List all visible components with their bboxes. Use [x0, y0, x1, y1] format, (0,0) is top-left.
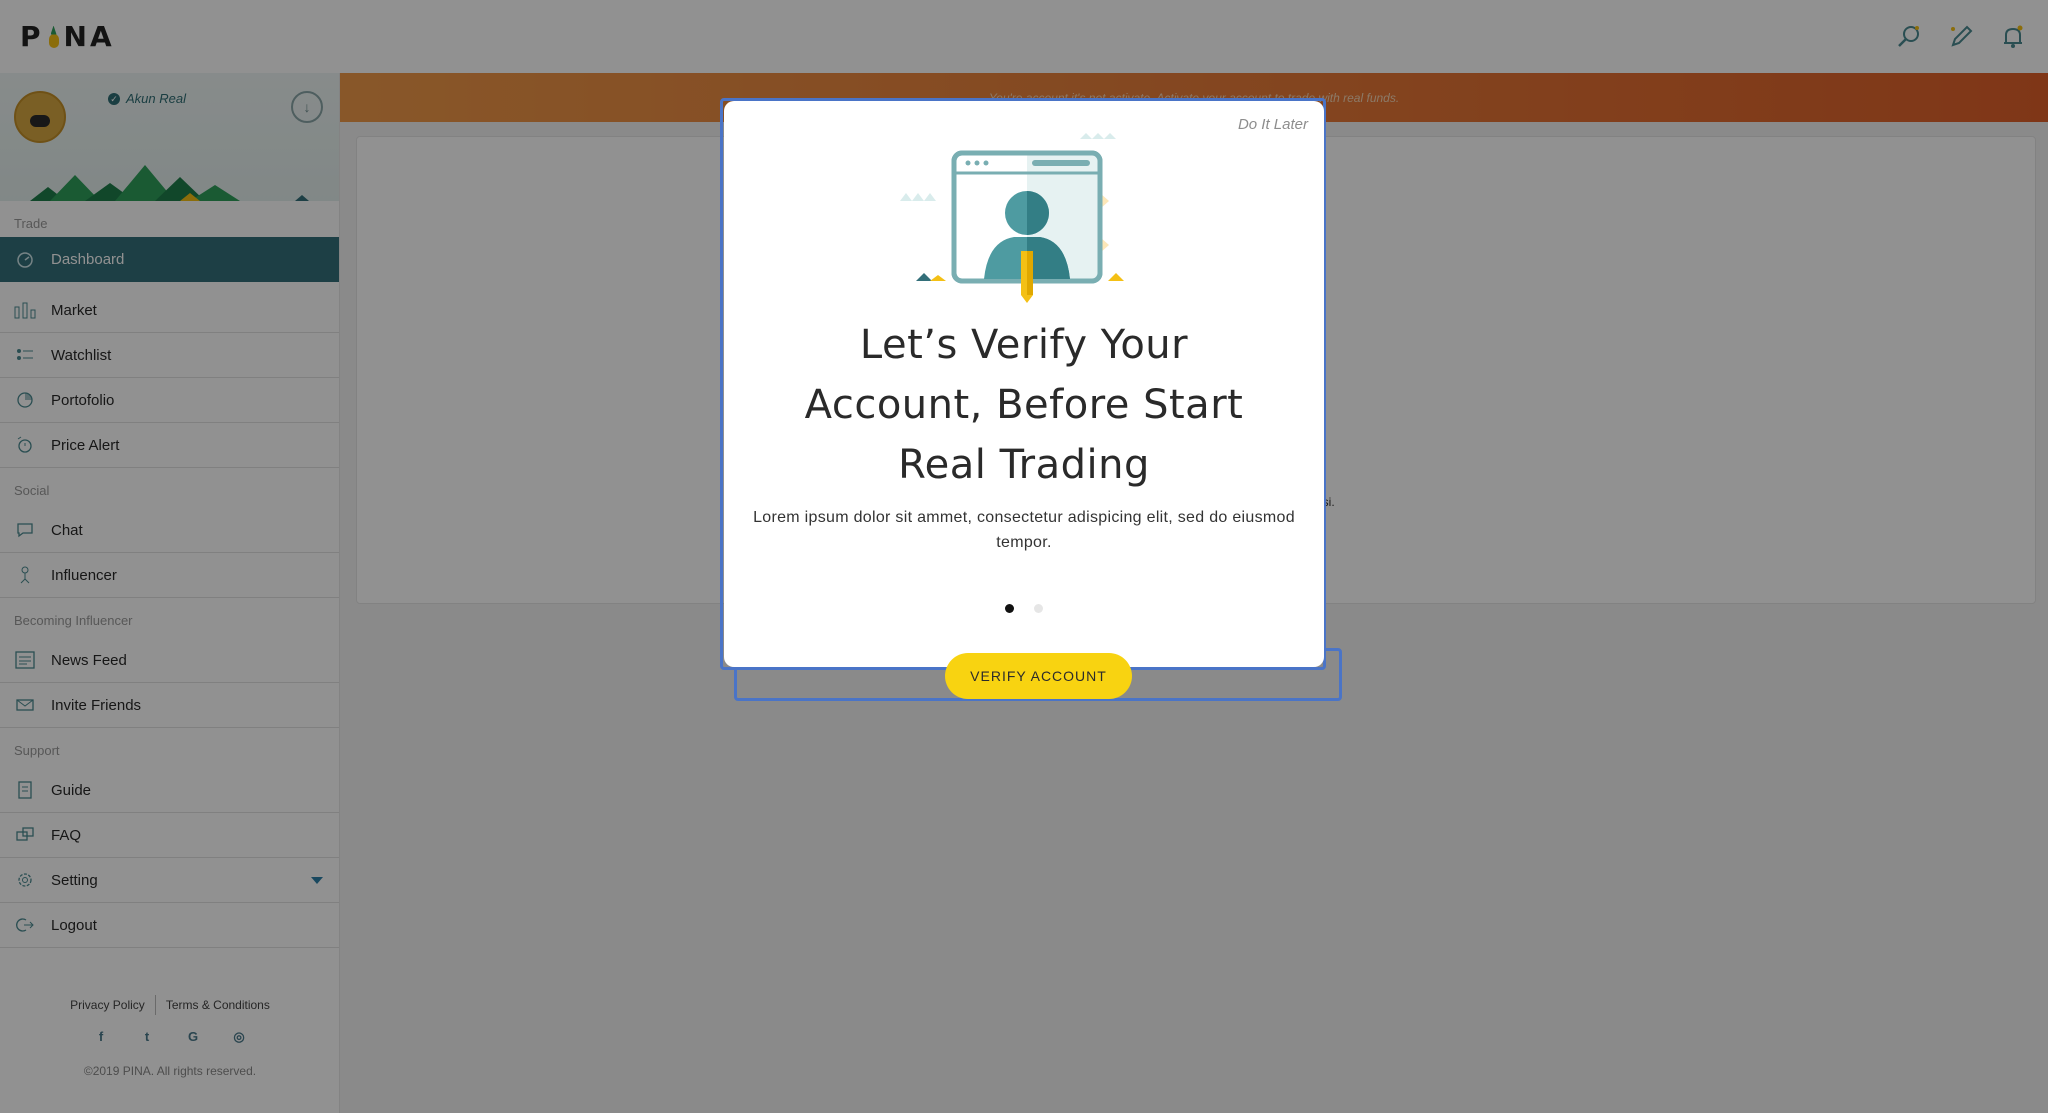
modal-description: Lorem ipsum dolor sit ammet, consectetur…	[753, 509, 1295, 551]
pagination-dots	[724, 604, 1324, 613]
modal-title-line1: Let’s Verify Your	[859, 322, 1189, 368]
verify-account-modal: Do It Later Let’s Verify Your Account, B…	[724, 101, 1324, 667]
modal-title-line3: Real Trading	[898, 442, 1150, 488]
pagination-dot-1[interactable]	[1005, 604, 1014, 613]
do-it-later-link[interactable]: Do It Later	[1238, 116, 1308, 133]
pagination-dot-2[interactable]	[1034, 604, 1043, 613]
verify-account-button[interactable]: VERIFY ACCOUNT	[945, 653, 1132, 699]
modal-title: Let’s Verify Your Account, Before Start …	[724, 315, 1324, 495]
modal-title-line2: Account, Before Start	[804, 382, 1244, 428]
verify-illustration	[900, 133, 1124, 303]
